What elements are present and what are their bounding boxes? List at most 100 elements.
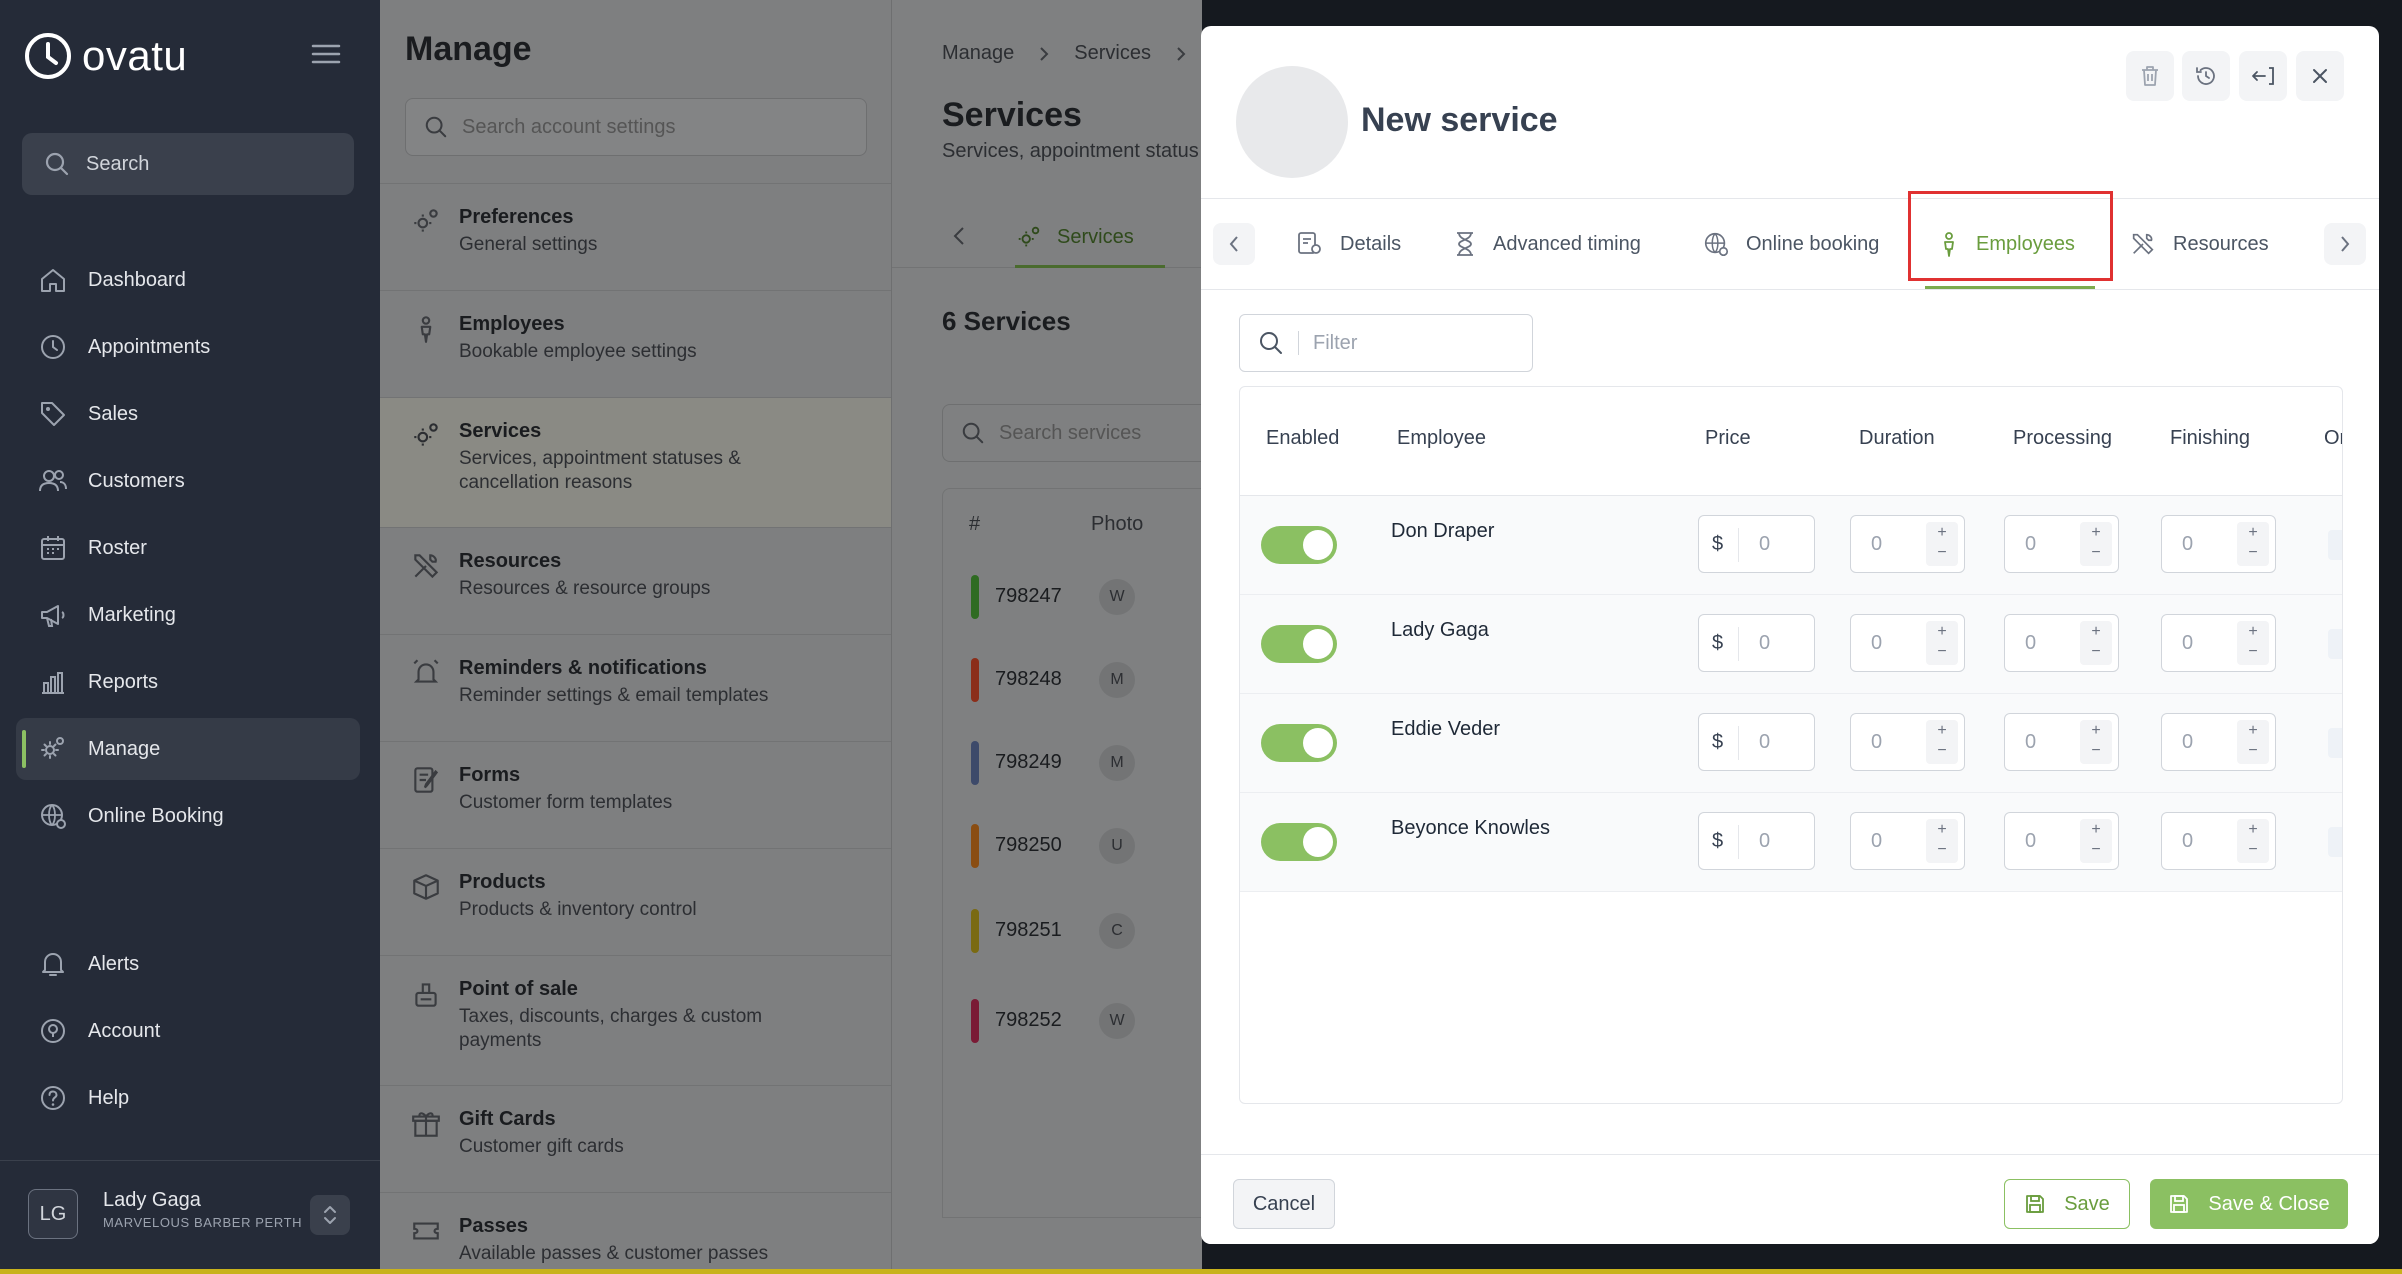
settings-item-gift-cards[interactable]: Gift Cards Customer gift cards xyxy=(380,1085,891,1192)
tabs-scroll-right[interactable] xyxy=(2324,223,2366,265)
decrement-button[interactable]: − xyxy=(2237,643,2269,665)
sidebar-item-online-booking[interactable]: Online Booking xyxy=(16,785,360,847)
tab-resources[interactable]: Resources xyxy=(2129,199,2269,289)
tab-details[interactable]: Details xyxy=(1296,199,1401,289)
sidebar-item-marketing[interactable]: Marketing xyxy=(16,584,360,646)
processing-stepper[interactable]: 0 + − xyxy=(2004,812,2119,870)
truncated-column-input[interactable] xyxy=(2328,728,2342,758)
increment-button[interactable]: + xyxy=(2080,720,2112,742)
finishing-stepper[interactable]: 0 + − xyxy=(2161,614,2276,672)
chevron-left-icon[interactable] xyxy=(952,225,966,247)
finishing-stepper[interactable]: 0 + − xyxy=(2161,713,2276,771)
increment-button[interactable]: + xyxy=(2237,522,2269,544)
sidebar-item-manage[interactable]: Manage xyxy=(16,718,360,780)
finishing-stepper[interactable]: 0 + − xyxy=(2161,515,2276,573)
settings-item-employees[interactable]: Employees Bookable employee settings xyxy=(380,290,891,397)
processing-stepper[interactable]: 0 + − xyxy=(2004,614,2119,672)
settings-item-products[interactable]: Products Products & inventory control xyxy=(380,848,891,955)
duration-stepper[interactable]: 0 + − xyxy=(1850,515,1965,573)
services-search-input[interactable]: Search services xyxy=(942,404,1202,462)
table-row[interactable]: 798248 M xyxy=(943,638,1203,722)
history-button[interactable] xyxy=(2182,51,2230,101)
table-row[interactable]: 798250 U xyxy=(943,804,1203,888)
settings-search-input[interactable]: Search account settings xyxy=(405,98,867,156)
account-switcher-button[interactable] xyxy=(310,1195,350,1235)
increment-button[interactable]: + xyxy=(2080,621,2112,643)
sidebar-item-alerts[interactable]: Alerts xyxy=(16,933,360,995)
decrement-button[interactable]: − xyxy=(2080,841,2112,863)
decrement-button[interactable]: − xyxy=(1926,643,1958,665)
increment-button[interactable]: + xyxy=(2080,819,2112,841)
decrement-button[interactable]: − xyxy=(2080,544,2112,566)
enabled-toggle[interactable] xyxy=(1261,724,1337,762)
employee-filter-input[interactable]: Filter xyxy=(1239,314,1533,372)
price-input[interactable]: $ 0 xyxy=(1698,812,1815,870)
save-and-close-button[interactable]: Save & Close xyxy=(2150,1179,2348,1229)
sidebar-item-reports[interactable]: Reports xyxy=(16,651,360,713)
price-input[interactable]: $ 0 xyxy=(1698,713,1815,771)
save-button[interactable]: Save xyxy=(2004,1179,2130,1229)
increment-button[interactable]: + xyxy=(2237,819,2269,841)
delete-button[interactable] xyxy=(2126,51,2174,101)
collapse-panel-button[interactable] xyxy=(2239,51,2287,101)
decrement-button[interactable]: − xyxy=(2080,742,2112,764)
avatar[interactable]: LG xyxy=(28,1189,78,1239)
price-input[interactable]: $ 0 xyxy=(1698,515,1815,573)
sidebar-item-customers[interactable]: Customers xyxy=(16,450,360,512)
truncated-column-input[interactable] xyxy=(2328,827,2342,857)
sidebar-item-roster[interactable]: Roster xyxy=(16,517,360,579)
decrement-button[interactable]: − xyxy=(2237,841,2269,863)
decrement-button[interactable]: − xyxy=(1926,544,1958,566)
table-row[interactable]: 798251 C xyxy=(943,889,1203,973)
settings-item-preferences[interactable]: Preferences General settings xyxy=(380,183,891,290)
table-row[interactable]: 798249 M xyxy=(943,721,1203,805)
enabled-toggle[interactable] xyxy=(1261,823,1337,861)
decrement-button[interactable]: − xyxy=(1926,841,1958,863)
settings-item-point-of-sale[interactable]: Point of sale Taxes, discounts, charges … xyxy=(380,955,891,1085)
menu-toggle-icon[interactable] xyxy=(311,42,341,66)
tab-online-booking[interactable]: Online booking xyxy=(1702,199,1879,289)
sidebar-item-help[interactable]: Help xyxy=(16,1067,360,1129)
processing-stepper[interactable]: 0 + − xyxy=(2004,515,2119,573)
app-logo[interactable]: ovatu xyxy=(22,30,187,82)
sidebar-item-appointments[interactable]: Appointments xyxy=(16,316,360,378)
settings-item-resources[interactable]: Resources Resources & resource groups xyxy=(380,527,891,634)
increment-button[interactable]: + xyxy=(1926,522,1958,544)
finishing-stepper[interactable]: 0 + − xyxy=(2161,812,2276,870)
table-row[interactable]: 798252 W xyxy=(943,979,1203,1063)
truncated-column-input[interactable] xyxy=(2328,530,2342,560)
decrement-button[interactable]: − xyxy=(2080,643,2112,665)
duration-stepper[interactable]: 0 + − xyxy=(1850,812,1965,870)
enabled-toggle[interactable] xyxy=(1261,625,1337,663)
enabled-toggle[interactable] xyxy=(1261,526,1337,564)
price-input[interactable]: $ 0 xyxy=(1698,614,1815,672)
truncated-column-input[interactable] xyxy=(2328,629,2342,659)
cancel-button[interactable]: Cancel xyxy=(1233,1179,1335,1229)
increment-button[interactable]: + xyxy=(2080,522,2112,544)
sidebar-search[interactable]: Search xyxy=(22,133,354,195)
table-row[interactable]: 798247 W xyxy=(943,555,1203,639)
close-button[interactable] xyxy=(2296,51,2344,101)
increment-button[interactable]: + xyxy=(1926,819,1958,841)
sidebar-item-dashboard[interactable]: Dashboard xyxy=(16,249,360,311)
decrement-button[interactable]: − xyxy=(2237,544,2269,566)
tab-advanced-timing[interactable]: Advanced timing xyxy=(1453,199,1641,289)
decrement-button[interactable]: − xyxy=(1926,742,1958,764)
settings-item-forms[interactable]: Forms Customer form templates xyxy=(380,741,891,848)
breadcrumb-item[interactable]: Services xyxy=(1074,42,1151,65)
increment-button[interactable]: + xyxy=(1926,621,1958,643)
sidebar-item-account[interactable]: Account xyxy=(16,1000,360,1062)
sidebar-item-sales[interactable]: Sales xyxy=(16,383,360,445)
decrement-button[interactable]: − xyxy=(2237,742,2269,764)
service-photo-placeholder[interactable] xyxy=(1236,66,1348,178)
settings-item-reminders[interactable]: Reminders & notifications Reminder setti… xyxy=(380,634,891,741)
column-header[interactable]: # xyxy=(969,513,980,536)
settings-item-services[interactable]: Services Services, appointment statuses … xyxy=(380,397,891,527)
duration-stepper[interactable]: 0 + − xyxy=(1850,614,1965,672)
increment-button[interactable]: + xyxy=(2237,720,2269,742)
increment-button[interactable]: + xyxy=(2237,621,2269,643)
tabs-scroll-left[interactable] xyxy=(1213,223,1255,265)
duration-stepper[interactable]: 0 + − xyxy=(1850,713,1965,771)
breadcrumb-item[interactable]: Manage xyxy=(942,42,1014,65)
processing-stepper[interactable]: 0 + − xyxy=(2004,713,2119,771)
